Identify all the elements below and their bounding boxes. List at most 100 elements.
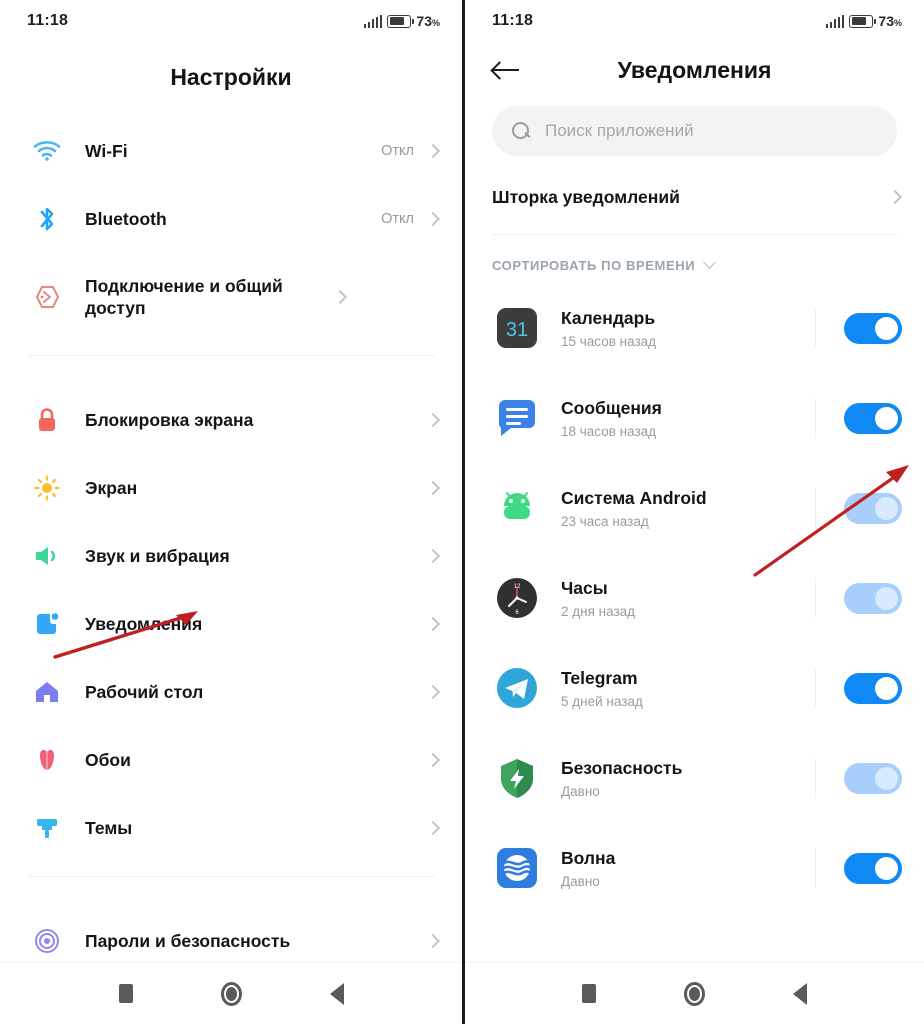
sidebar-item-label: Звук и вибрация: [85, 545, 230, 566]
app-info: Безопасность Давно: [561, 758, 815, 799]
row-divider: [815, 668, 816, 708]
notification-toggle[interactable]: [844, 852, 902, 884]
app-time: 5 дней назад: [561, 693, 643, 709]
list-item[interactable]: Система Android 23 часа назад: [465, 463, 924, 553]
app-name: Система Android: [561, 487, 707, 508]
list-item[interactable]: 12 6 Часы 2 дня назад: [465, 553, 924, 643]
notification-toggle[interactable]: [844, 582, 902, 614]
row-divider: [815, 488, 816, 528]
sidebar-item-label: Wi-Fi: [85, 140, 128, 161]
search-placeholder: Поиск приложений: [545, 121, 694, 140]
app-notification-list: 31 Календарь 15 часов назад Сообщения 18…: [465, 283, 924, 913]
android-system-icon: [495, 486, 539, 530]
sidebar-item-wifi[interactable]: Wi-Fi Откл: [0, 117, 462, 185]
nav-bar-right: [465, 962, 924, 1024]
chevron-down-icon: [703, 256, 717, 269]
row-divider: [815, 578, 816, 618]
sidebar-item-value: Откл: [381, 143, 414, 159]
app-time: 23 часа назад: [561, 513, 649, 529]
app-info: Календарь 15 часов назад: [561, 308, 815, 349]
battery-percent: 73%: [878, 13, 902, 29]
chevron-right-icon: [425, 412, 441, 428]
status-time: 11:18: [27, 12, 69, 29]
sidebar-item-bluetooth[interactable]: Bluetooth Откл: [0, 185, 462, 253]
battery-icon: [387, 14, 414, 28]
speaker-icon: [27, 543, 67, 569]
sidebar-item-display[interactable]: Экран: [0, 454, 462, 522]
sidebar-item-themes[interactable]: Темы: [0, 794, 462, 862]
wifi-icon: [27, 140, 67, 162]
row-divider: [815, 308, 816, 348]
app-name: Telegram: [561, 667, 638, 688]
notification-toggle[interactable]: [844, 492, 902, 524]
chevron-right-icon: [425, 143, 441, 159]
home-circle-icon[interactable]: [684, 981, 705, 1006]
notifications-topbar: Уведомления: [465, 42, 924, 100]
row-divider: [815, 398, 816, 438]
sort-by-time-button[interactable]: СОРТИРОВАТЬ ПО ВРЕМЕНИ: [465, 247, 924, 283]
notification-toggle[interactable]: [844, 312, 902, 344]
sidebar-item-notifications[interactable]: Уведомления: [0, 590, 462, 658]
sidebar-item-connection-sharing[interactable]: Подключение и общий доступ: [0, 253, 462, 341]
chevron-right-icon: [425, 548, 441, 564]
themes-brush-icon: [27, 814, 67, 842]
search-input[interactable]: Поиск приложений: [492, 106, 897, 156]
settings-group-connectivity: Wi-Fi Откл Bluetooth Откл Подключение и …: [0, 117, 462, 341]
chevron-right-icon: [425, 820, 441, 836]
status-indicators: 73%: [825, 13, 902, 29]
back-arrow-icon[interactable]: [492, 60, 520, 80]
status-bar-right: 11:18 73%: [465, 0, 924, 42]
app-info: Система Android 23 часа назад: [561, 488, 815, 529]
home-icon: [27, 679, 67, 705]
list-item[interactable]: Сообщения 18 часов назад: [465, 373, 924, 463]
sidebar-item-label: Экран: [85, 477, 138, 498]
sidebar-item-value: Откл: [381, 211, 414, 227]
list-item[interactable]: 31 Календарь 15 часов назад: [465, 283, 924, 373]
battery-percent: 73%: [416, 13, 440, 29]
wallpaper-flower-icon: [27, 746, 67, 774]
app-info: Часы 2 дня назад: [561, 578, 815, 619]
back-triangle-icon[interactable]: [793, 982, 807, 1005]
settings-group-personalization: Блокировка экрана Экран Звук и вибрация …: [0, 386, 462, 862]
notification-toggle[interactable]: [844, 672, 902, 704]
status-indicators: 73%: [363, 13, 440, 29]
bluetooth-icon: [27, 205, 67, 233]
list-item[interactable]: Безопасность Давно: [465, 733, 924, 823]
notification-shade-label: Шторка уведомлений: [492, 186, 680, 207]
notification-toggle[interactable]: [844, 762, 902, 794]
list-item[interactable]: Telegram 5 дней назад: [465, 643, 924, 733]
chevron-right-icon: [425, 933, 441, 949]
sidebar-item-home-screen[interactable]: Рабочий стол: [0, 658, 462, 726]
sidebar-item-label: Bluetooth: [85, 208, 167, 229]
back-triangle-icon[interactable]: [329, 982, 344, 1005]
sidebar-item-label: Рабочий стол: [85, 681, 204, 702]
app-time: Давно: [561, 783, 600, 799]
clock-app-icon: 12 6: [495, 576, 539, 620]
list-item[interactable]: Волна Давно: [465, 823, 924, 913]
row-divider: [815, 848, 816, 888]
app-time: 15 часов назад: [561, 333, 657, 349]
notification-toggle[interactable]: [844, 402, 902, 434]
sidebar-item-wallpaper[interactable]: Обои: [0, 726, 462, 794]
chevron-right-icon: [425, 480, 441, 496]
settings-screen: 11:18 73% Настройки Wi-Fi Откл Bluetooth…: [0, 0, 462, 1024]
home-circle-icon[interactable]: [220, 981, 242, 1006]
notification-shade-row[interactable]: Шторка уведомлений: [465, 166, 924, 228]
app-name: Волна: [561, 847, 616, 868]
telegram-app-icon: [495, 666, 539, 710]
status-bar-left: 11:18 73%: [0, 0, 462, 42]
sidebar-item-lock-screen[interactable]: Блокировка экрана: [0, 386, 462, 454]
dual-screenshot-container: 11:18 73% Настройки Wi-Fi Откл Bluetooth…: [0, 0, 924, 1024]
signal-bars-icon: [363, 14, 383, 28]
notifications-icon: [27, 610, 67, 638]
battery-icon: [849, 14, 876, 28]
chevron-right-icon: [425, 211, 441, 227]
volna-app-icon: [495, 846, 539, 890]
sidebar-item-sound-vibration[interactable]: Звук и вибрация: [0, 522, 462, 590]
recents-square-icon[interactable]: [582, 984, 596, 1003]
group-divider: [27, 355, 435, 356]
app-info: Волна Давно: [561, 848, 815, 889]
chevron-right-icon: [425, 684, 441, 700]
messages-app-icon: [495, 396, 539, 440]
recents-square-icon[interactable]: [118, 984, 133, 1003]
